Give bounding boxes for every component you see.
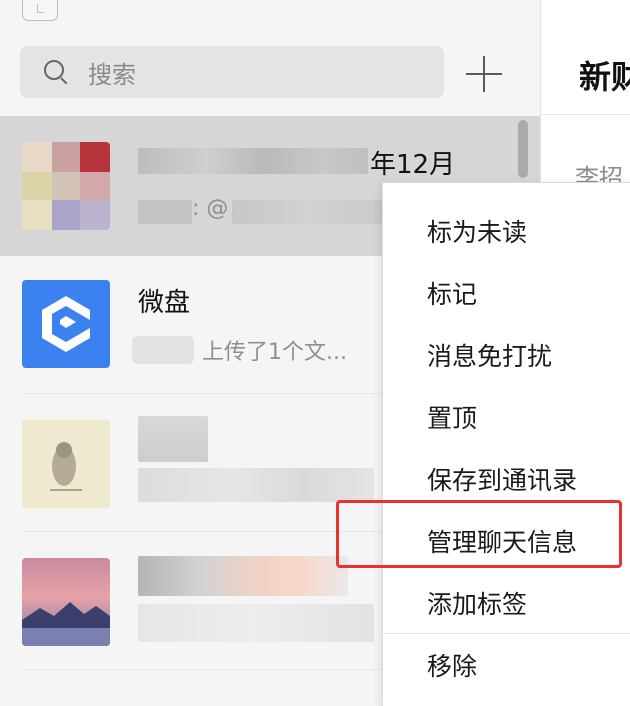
menu-item-remove[interactable]: 移除 xyxy=(383,635,630,695)
chat-title: 新财 xyxy=(579,58,630,96)
blurred-title xyxy=(138,148,368,174)
chat-item-preview: 上传了1个文... xyxy=(202,340,347,365)
menu-item-mark-unread[interactable]: 标为未读 xyxy=(383,201,630,261)
avatar xyxy=(22,142,110,230)
menu-item-label: 标记 xyxy=(427,280,478,309)
menu-item-label: 标为未读 xyxy=(427,218,528,247)
scrollbar[interactable] xyxy=(518,120,528,178)
menu-item-add-tag[interactable]: 添加标签 xyxy=(383,573,630,633)
blurred-title xyxy=(138,416,208,462)
menu-item-mark[interactable]: 标记 xyxy=(383,263,630,323)
highlight-annotation xyxy=(336,500,622,568)
menu-item-label: 消息免打扰 xyxy=(427,342,553,371)
chat-item-title: 微盘 xyxy=(138,288,191,318)
avatar xyxy=(22,420,110,508)
menu-divider xyxy=(383,633,630,634)
menu-item-label: 保存到通讯录 xyxy=(427,466,578,495)
menu-item-label: 移除 xyxy=(427,652,478,681)
menu-item-mute[interactable]: 消息免打扰 xyxy=(383,325,630,385)
blurred-preview xyxy=(232,200,382,224)
context-menu: 标为未读 标记 消息免打扰 置顶 保存到通讯录 管理聊天信息 添加标签 移除 xyxy=(382,182,630,706)
blurred-title xyxy=(138,556,348,596)
blurred-sender xyxy=(138,200,192,224)
menu-item-label: 置顶 xyxy=(427,404,478,433)
weipan-logo-icon xyxy=(22,280,110,368)
app-window: 搜索 年12月 : @ 微盘 上传了1个文... 新财 李招 标为未读 标记 消… xyxy=(0,0,630,706)
chat-item-title: 年12月 xyxy=(370,150,456,180)
search-input[interactable]: 搜索 xyxy=(20,46,444,98)
chat-item-preview: : @ xyxy=(192,196,229,221)
download-icon[interactable] xyxy=(22,0,58,21)
blurred-preview xyxy=(138,468,374,502)
avatar xyxy=(22,558,110,646)
menu-item-label: 添加标签 xyxy=(427,590,528,619)
search-placeholder: 搜索 xyxy=(88,60,136,89)
blurred-preview xyxy=(138,604,374,642)
blurred-sender xyxy=(132,336,194,364)
menu-item-pin[interactable]: 置顶 xyxy=(383,387,630,447)
search-icon xyxy=(42,58,70,86)
add-button[interactable] xyxy=(462,52,506,96)
